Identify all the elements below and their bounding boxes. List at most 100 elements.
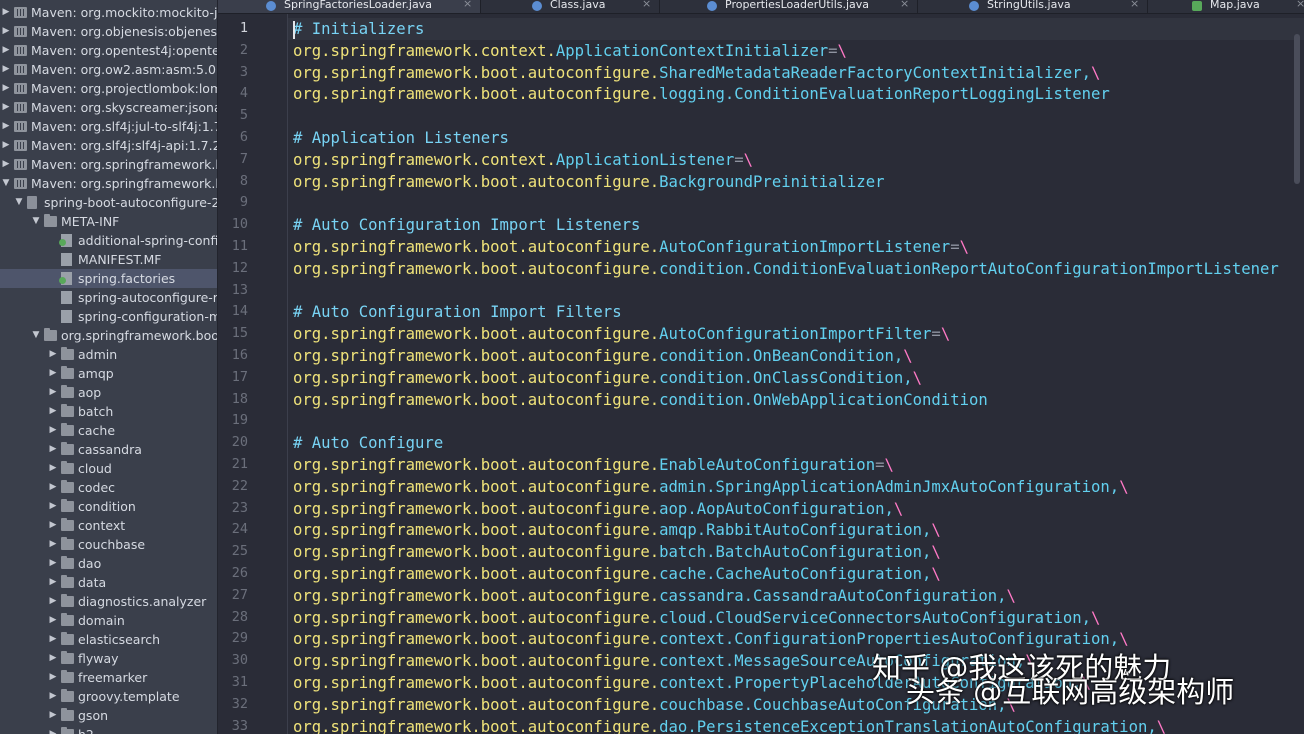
tree-item[interactable]: ▶ Maven: org.slf4j:slf4j-api:1.7.29 bbox=[0, 136, 217, 155]
tree-item[interactable]: spring.factories bbox=[0, 269, 217, 288]
collapsed-arrow-icon[interactable]: ▶ bbox=[1, 3, 11, 22]
tree-item[interactable]: spring-configuration-m bbox=[0, 307, 217, 326]
editor-tab[interactable]: Map.java × bbox=[1148, 0, 1304, 13]
collapsed-arrow-icon[interactable]: ▶ bbox=[48, 478, 58, 497]
tree-item[interactable]: ▶ gson bbox=[0, 706, 217, 725]
tree-item[interactable]: ▶ cloud bbox=[0, 459, 217, 478]
collapsed-arrow-icon[interactable]: ▶ bbox=[48, 630, 58, 649]
collapsed-arrow-icon[interactable]: ▶ bbox=[48, 592, 58, 611]
tree-item[interactable]: ▶ Maven: org.springframework.bo bbox=[0, 155, 217, 174]
editor-tab[interactable]: PropertiesLoaderUtils.java × bbox=[660, 0, 918, 13]
editor-tab[interactable]: SpringFactoriesLoader.java × bbox=[218, 0, 481, 13]
class-name: cassandra.CassandraAutoConfiguration, bbox=[659, 586, 1007, 605]
tree-item[interactable]: additional-spring-confi bbox=[0, 231, 217, 250]
tree-item[interactable]: spring-autoconfigure-m bbox=[0, 288, 217, 307]
tree-item[interactable]: ▶ h2 bbox=[0, 725, 217, 734]
expanded-arrow-icon[interactable]: ▼ bbox=[31, 326, 41, 345]
collapsed-arrow-icon[interactable]: ▶ bbox=[1, 155, 11, 174]
line-number: 22 bbox=[231, 477, 248, 494]
collapsed-arrow-icon[interactable]: ▶ bbox=[1, 79, 11, 98]
collapsed-arrow-icon[interactable]: ▶ bbox=[48, 364, 58, 383]
tree-item[interactable]: ▼ org.springframework.boot bbox=[0, 326, 217, 345]
tree-item-label: Maven: org.opentest4j:opentest bbox=[31, 43, 218, 58]
collapsed-arrow-icon[interactable]: ▶ bbox=[48, 573, 58, 592]
class-name: EnableAutoConfiguration bbox=[659, 456, 876, 474]
tree-item[interactable]: ▶ condition bbox=[0, 497, 217, 516]
tree-item[interactable]: ▶ amqp bbox=[0, 364, 217, 383]
collapsed-arrow-icon[interactable]: ▶ bbox=[1, 60, 11, 79]
code-line: org.springframework.boot.autoconfigure.l… bbox=[293, 83, 1110, 105]
property-value: org.springframework.boot.autoconfigure.a… bbox=[293, 521, 931, 539]
collapsed-arrow-icon[interactable]: ▶ bbox=[1, 98, 11, 117]
tree-item[interactable]: ▶ diagnostics.analyzer bbox=[0, 592, 217, 611]
tree-item[interactable]: ▶ Maven: org.mockito:mockito-jun bbox=[0, 3, 217, 22]
package-prefix: org.springframework.boot.autoconfigure. bbox=[293, 586, 660, 605]
line-number: 17 bbox=[231, 368, 248, 385]
tree-item[interactable]: ▶ admin bbox=[0, 345, 217, 364]
collapsed-arrow-icon[interactable]: ▶ bbox=[1, 41, 11, 60]
close-tab-icon[interactable]: × bbox=[463, 0, 472, 9]
collapsed-arrow-icon[interactable]: ▶ bbox=[48, 383, 58, 402]
collapsed-arrow-icon[interactable]: ▶ bbox=[48, 649, 58, 668]
editor-tab[interactable]: StringUtils.java × bbox=[918, 0, 1148, 13]
tree-item[interactable]: ▶ couchbase bbox=[0, 535, 217, 554]
close-tab-icon[interactable]: × bbox=[642, 0, 651, 9]
line-continuation: \ bbox=[940, 325, 951, 344]
tree-item[interactable]: ▶ cassandra bbox=[0, 440, 217, 459]
collapsed-arrow-icon[interactable]: ▶ bbox=[48, 706, 58, 725]
tree-item[interactable]: ▶ Maven: org.projectlombok:lombo bbox=[0, 79, 217, 98]
collapsed-arrow-icon[interactable]: ▶ bbox=[1, 136, 11, 155]
tree-item-label: Maven: org.objenesis:objenesis: bbox=[31, 24, 218, 39]
collapsed-arrow-icon[interactable]: ▶ bbox=[48, 516, 58, 535]
tree-item[interactable]: ▶ Maven: org.slf4j:jul-to-slf4j:1.7.2 bbox=[0, 117, 217, 136]
collapsed-arrow-icon[interactable]: ▶ bbox=[48, 535, 58, 554]
equals-sign: = bbox=[828, 41, 838, 60]
tree-item[interactable]: ▶ groovy.template bbox=[0, 687, 217, 706]
collapsed-arrow-icon[interactable]: ▶ bbox=[48, 611, 58, 630]
collapsed-arrow-icon[interactable]: ▶ bbox=[1, 117, 11, 136]
tree-item[interactable]: ▶ Maven: org.objenesis:objenesis: bbox=[0, 22, 217, 41]
vertical-scrollbar[interactable] bbox=[1294, 34, 1300, 184]
close-tab-icon[interactable]: × bbox=[900, 0, 909, 9]
collapsed-arrow-icon[interactable]: ▶ bbox=[48, 668, 58, 687]
tree-item[interactable]: ▶ batch bbox=[0, 402, 217, 421]
tree-item[interactable]: ▶ dao bbox=[0, 554, 217, 573]
tree-item[interactable]: ▶ flyway bbox=[0, 649, 217, 668]
collapsed-arrow-icon[interactable]: ▶ bbox=[48, 345, 58, 364]
tree-item[interactable]: ▼ spring-boot-autoconfigure-2 bbox=[0, 193, 217, 212]
tree-item[interactable]: ▶ Maven: org.skyscreamer:jsonass bbox=[0, 98, 217, 117]
line-number: 26 bbox=[231, 565, 248, 581]
tree-item[interactable]: ▶ Maven: org.opentest4j:opentest bbox=[0, 41, 217, 60]
tree-item[interactable]: ▶ data bbox=[0, 573, 217, 592]
tree-item[interactable]: ▶ elasticsearch bbox=[0, 630, 217, 649]
collapsed-arrow-icon[interactable]: ▶ bbox=[48, 402, 58, 421]
tree-item[interactable]: ▶ Maven: org.ow2.asm:asm:5.0.4 bbox=[0, 60, 217, 79]
editor-tab[interactable]: Class.java × bbox=[481, 0, 660, 13]
package-prefix: org.springframework.boot.autoconfigure. bbox=[293, 543, 660, 562]
expanded-arrow-icon[interactable]: ▼ bbox=[14, 193, 24, 212]
collapsed-arrow-icon[interactable]: ▶ bbox=[48, 440, 58, 459]
collapsed-arrow-icon[interactable]: ▶ bbox=[48, 497, 58, 516]
tree-item[interactable]: ▶ context bbox=[0, 516, 217, 535]
editor-tab-bar: SpringFactoriesLoader.java × Class.java × Pr… bbox=[218, 0, 1304, 14]
expanded-arrow-icon[interactable]: ▼ bbox=[31, 212, 41, 231]
code-editor[interactable]: # Initializers org.springframework.contex… bbox=[288, 14, 1304, 734]
collapsed-arrow-icon[interactable]: ▶ bbox=[1, 22, 11, 41]
tree-item[interactable]: ▶ codec bbox=[0, 478, 217, 497]
tree-item[interactable]: ▶ cache bbox=[0, 421, 217, 440]
tree-item[interactable]: ▼ Maven: org.springframework.bo bbox=[0, 174, 217, 193]
close-tab-icon[interactable]: × bbox=[1296, 0, 1304, 9]
tree-item[interactable]: MANIFEST.MF bbox=[0, 250, 217, 269]
tree-item[interactable]: ▼ META-INF bbox=[0, 212, 217, 231]
tree-item[interactable]: ▶ freemarker bbox=[0, 668, 217, 687]
property-value: org.springframework.boot.autoconfigure.c… bbox=[293, 630, 1119, 648]
close-tab-icon[interactable]: × bbox=[1130, 0, 1139, 9]
collapsed-arrow-icon[interactable]: ▶ bbox=[48, 421, 58, 440]
collapsed-arrow-icon[interactable]: ▶ bbox=[48, 687, 58, 706]
collapsed-arrow-icon[interactable]: ▶ bbox=[48, 725, 58, 734]
collapsed-arrow-icon[interactable]: ▶ bbox=[48, 554, 58, 573]
collapsed-arrow-icon[interactable]: ▶ bbox=[48, 459, 58, 478]
tree-item[interactable]: ▶ aop bbox=[0, 383, 217, 402]
expanded-arrow-icon[interactable]: ▼ bbox=[1, 174, 11, 193]
tree-item[interactable]: ▶ domain bbox=[0, 611, 217, 630]
